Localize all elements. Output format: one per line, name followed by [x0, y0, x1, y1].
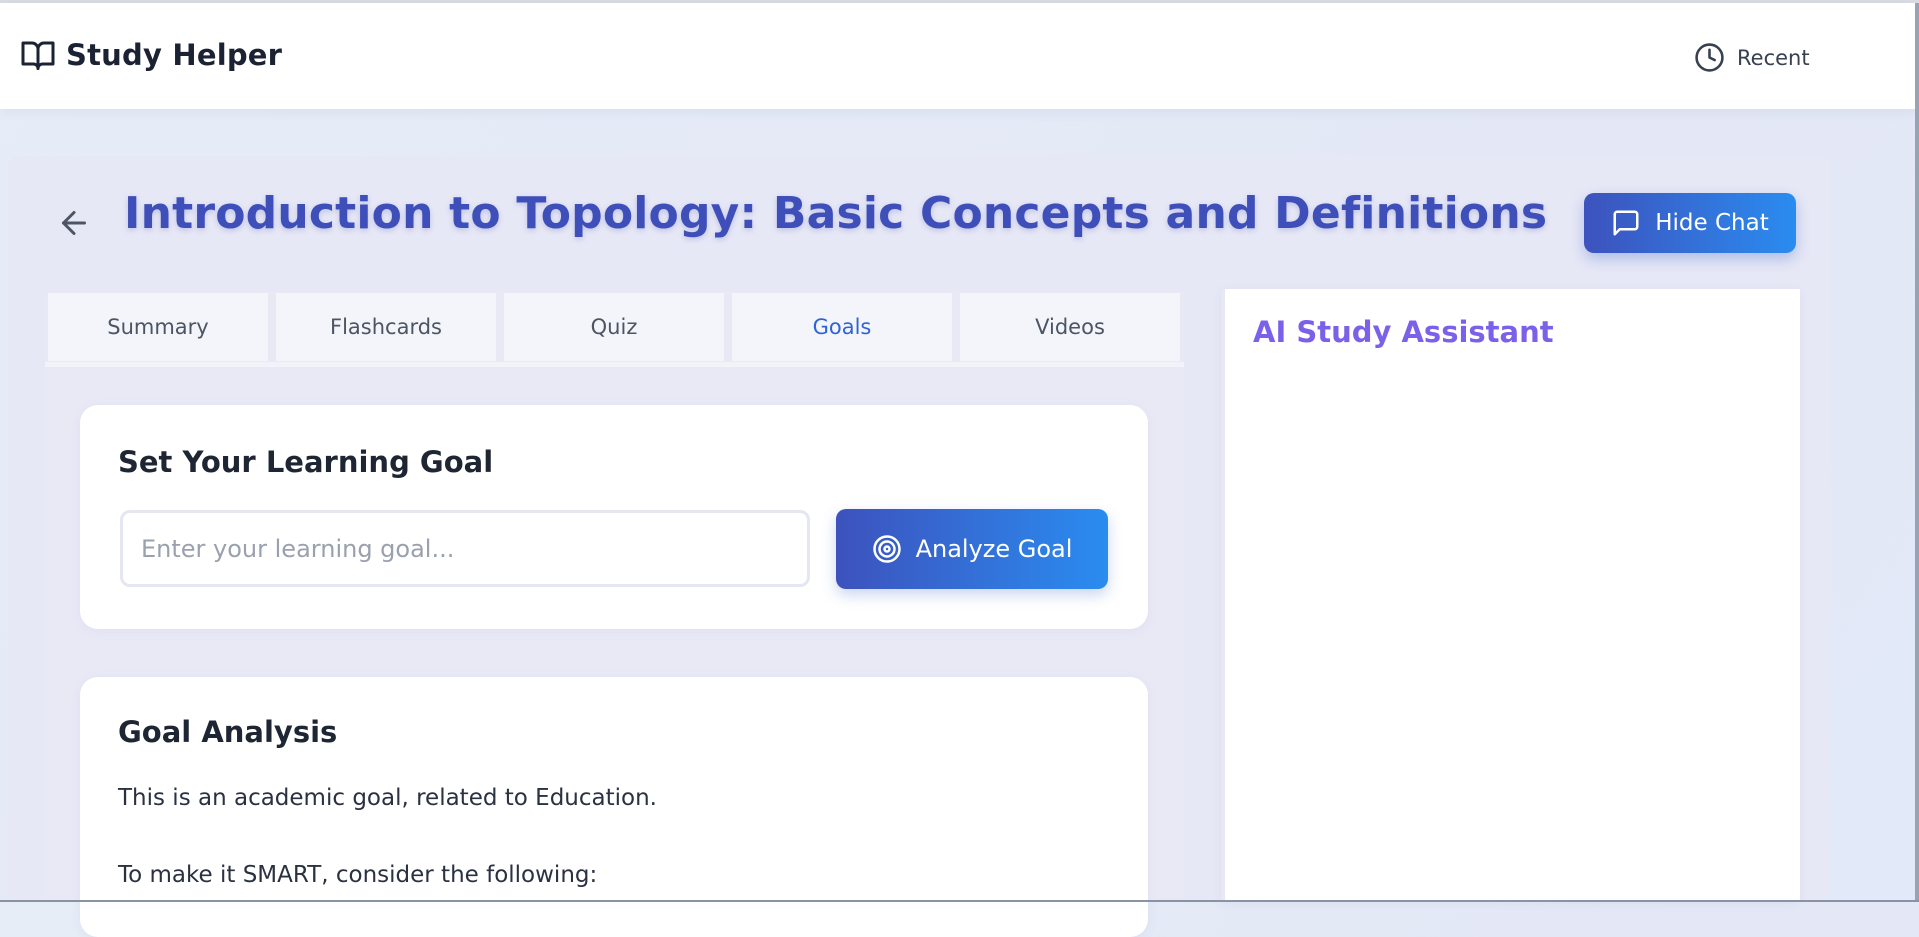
page-title: Introduction to Topology: Basic Concepts…: [124, 188, 1548, 239]
analysis-text-line: To make it SMART, consider the following…: [118, 862, 598, 888]
ai-chat-panel: AI Study Assistant: [1221, 289, 1800, 902]
target-icon: [872, 535, 901, 563]
tab-bar: Summary Flashcards Quiz Goals Videos: [48, 293, 1180, 361]
chat-title: AI Study Assistant: [1253, 315, 1554, 349]
tab-videos[interactable]: Videos: [960, 293, 1180, 361]
hide-chat-button[interactable]: Hide Chat: [1584, 193, 1796, 253]
goal-analysis-title: Goal Analysis: [118, 715, 338, 749]
tab-summary[interactable]: Summary: [48, 293, 268, 361]
message-square-icon: [1613, 210, 1639, 236]
recent-button[interactable]: Recent: [1694, 42, 1810, 73]
brand[interactable]: Study Helper: [20, 37, 282, 73]
hide-chat-label: Hide Chat: [1655, 210, 1769, 236]
learning-goal-title: Set Your Learning Goal: [118, 445, 494, 479]
book-open-icon: [21, 41, 55, 70]
window-right-border: [1915, 3, 1919, 902]
arrow-left-icon[interactable]: [56, 205, 92, 241]
analysis-text-line: This is an academic goal, related to Edu…: [118, 785, 657, 811]
learning-goal-input[interactable]: [120, 510, 810, 587]
tab-flashcards[interactable]: Flashcards: [276, 293, 496, 361]
app-name: Study Helper: [66, 38, 283, 72]
tab-goals[interactable]: Goals: [732, 293, 952, 361]
tab-quiz[interactable]: Quiz: [504, 293, 724, 361]
analyze-goal-label: Analyze Goal: [915, 535, 1073, 563]
recent-label: Recent: [1737, 45, 1810, 70]
tab-divider: [45, 362, 1184, 367]
goal-analysis-card: Goal Analysis This is an academic goal, …: [80, 677, 1148, 937]
analyze-goal-button[interactable]: Analyze Goal: [836, 509, 1108, 589]
top-header: Study Helper Recent: [0, 3, 1915, 109]
clock-icon: [1695, 43, 1724, 72]
learning-goal-card: Set Your Learning Goal Analyze Goal: [80, 405, 1148, 629]
